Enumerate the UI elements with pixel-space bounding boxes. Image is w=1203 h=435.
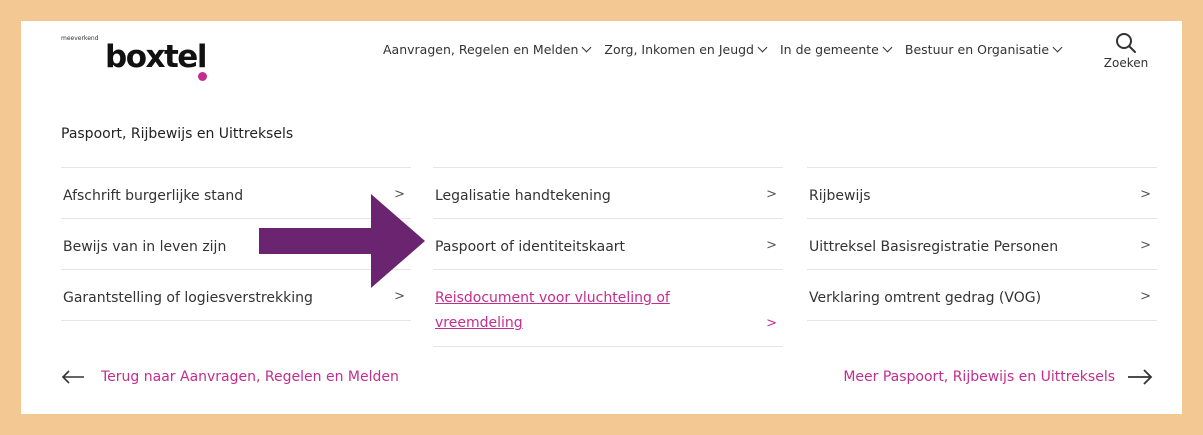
link-column-3: Rijbewijs > Uittreksel Basisregistratie … <box>807 167 1157 321</box>
link-vog[interactable]: Verklaring omtrent gedrag (VOG) > <box>807 269 1157 321</box>
link-legalisatie-handtekening[interactable]: Legalisatie handtekening > <box>433 167 783 218</box>
link-label: Reisdocument voor vluchteling of vreemde… <box>435 290 670 331</box>
nav-bestuur[interactable]: Bestuur en Organisatie <box>904 42 1063 57</box>
nav-gemeente[interactable]: In de gemeente <box>780 42 893 57</box>
annotation-arrow-icon <box>259 194 425 288</box>
chevron-right-icon: > <box>1140 289 1151 304</box>
section-title: Paspoort, Rijbewijs en Uittreksels <box>61 126 294 142</box>
chevron-right-icon: > <box>1140 238 1151 253</box>
link-label: Legalisatie handtekening <box>435 188 611 204</box>
more-link[interactable]: Meer Paspoort, Rijbewijs en Uittreksels <box>843 369 1153 385</box>
chevron-down-icon <box>1052 42 1063 53</box>
logo-wordmark: boxtel <box>105 39 207 75</box>
page-panel: meeverkend boxtel Aanvragen, Regelen en … <box>21 21 1182 414</box>
chevron-right-icon: > <box>1140 187 1151 202</box>
logo-dot <box>198 72 207 81</box>
arrow-right-icon <box>1128 369 1153 385</box>
chevron-down-icon <box>581 42 592 53</box>
back-link-label: Terug naar Aanvragen, Regelen en Melden <box>101 369 399 385</box>
logo-tagline: meeverkend <box>61 35 99 42</box>
nav-label: In de gemeente <box>780 42 879 57</box>
chevron-right-icon: > <box>766 187 777 202</box>
more-link-label: Meer Paspoort, Rijbewijs en Uittreksels <box>843 369 1115 385</box>
chevron-right-icon: > <box>766 316 777 331</box>
link-rijbewijs[interactable]: Rijbewijs > <box>807 167 1157 218</box>
nav-aanvragen[interactable]: Aanvragen, Regelen en Melden <box>383 42 592 57</box>
link-reisdocument[interactable]: Reisdocument voor vluchteling of vreemde… <box>433 269 783 347</box>
nav-label: Zorg, Inkomen en Jeugd <box>604 42 754 57</box>
chevron-right-icon: > <box>394 289 405 304</box>
back-link[interactable]: Terug naar Aanvragen, Regelen en Melden <box>61 369 399 385</box>
search-icon <box>1116 33 1136 53</box>
chevron-down-icon <box>882 42 893 53</box>
nav-label: Bestuur en Organisatie <box>904 42 1050 57</box>
nav-label: Aanvragen, Regelen en Melden <box>383 42 579 57</box>
link-uittreksel-brp[interactable]: Uittreksel Basisregistratie Personen > <box>807 218 1157 269</box>
link-label: Rijbewijs <box>809 188 871 204</box>
arrow-left-icon <box>61 370 84 384</box>
nav-zorg[interactable]: Zorg, Inkomen en Jeugd <box>604 42 768 57</box>
chevron-right-icon: > <box>766 238 777 253</box>
link-label: Uittreksel Basisregistratie Personen <box>809 239 1059 255</box>
main-nav: Aanvragen, Regelen en Melden Zorg, Inkom… <box>383 42 1063 57</box>
chevron-down-icon <box>757 42 768 53</box>
search-label: Zoeken <box>1103 56 1149 70</box>
link-label: Paspoort of identiteitskaart <box>435 239 626 255</box>
link-paspoort-identiteitskaart[interactable]: Paspoort of identiteitskaart > <box>433 218 783 269</box>
link-column-2: Legalisatie handtekening > Paspoort of i… <box>433 167 783 347</box>
search-button[interactable]: Zoeken <box>1099 31 1153 70</box>
link-label: Verklaring omtrent gedrag (VOG) <box>809 290 1042 306</box>
